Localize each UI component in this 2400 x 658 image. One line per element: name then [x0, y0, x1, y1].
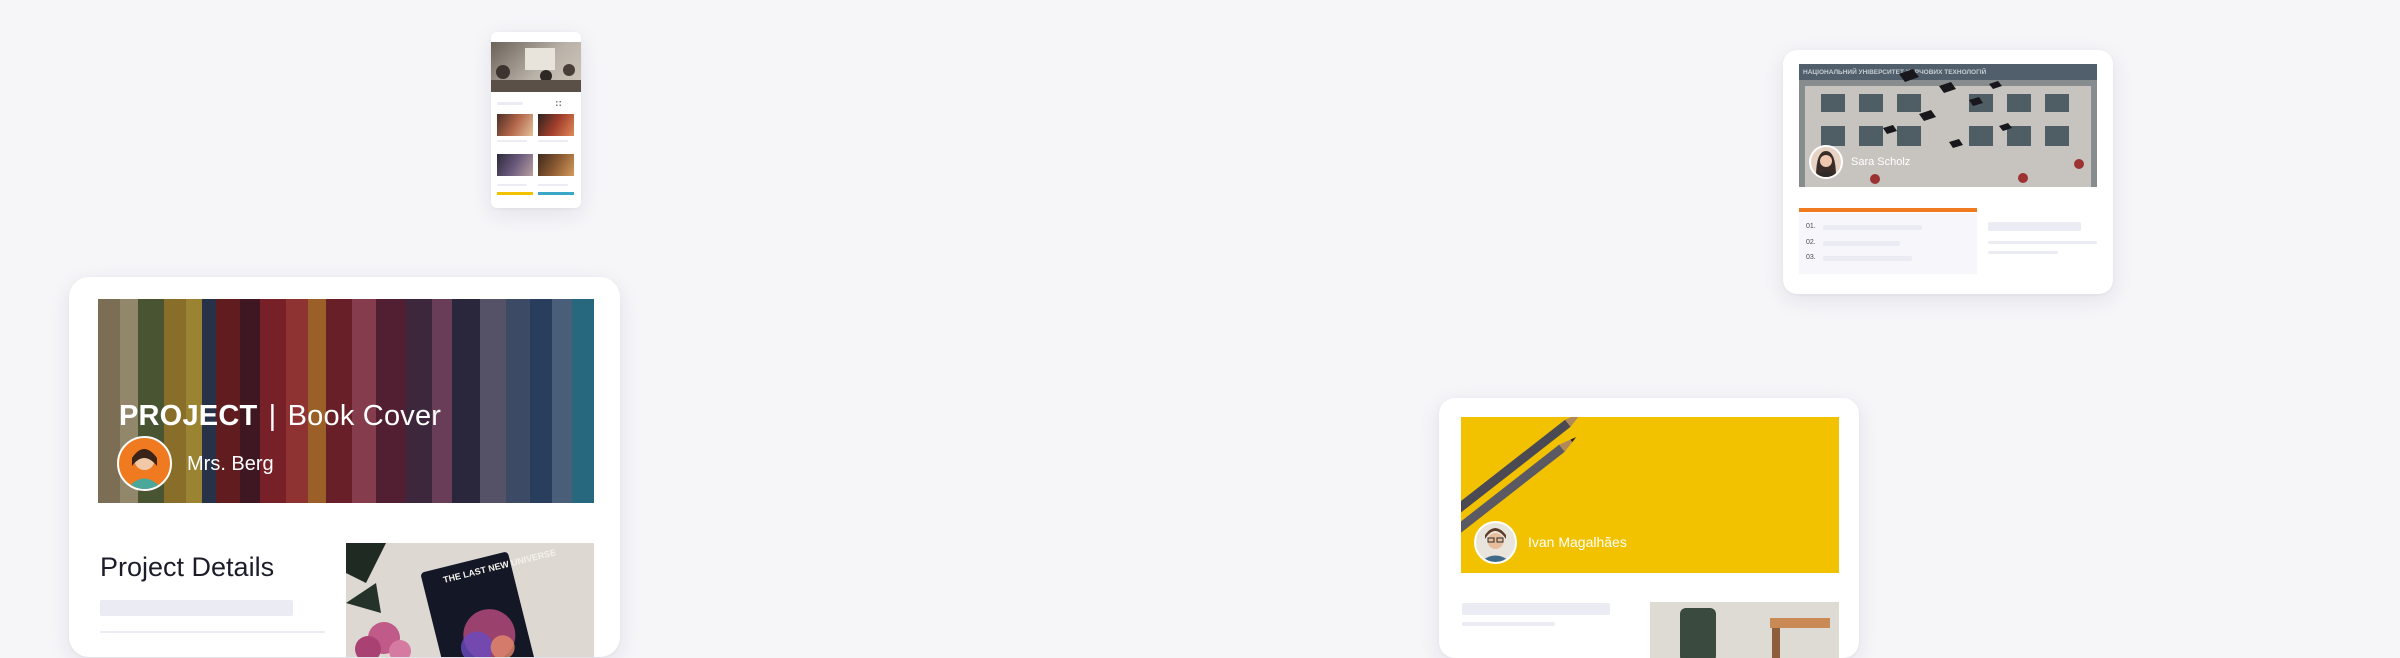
- skeleton-line: [1988, 241, 2097, 244]
- pencils-banner: Ivan Magalhães: [1461, 417, 1839, 573]
- mobile-preview-thumb-2[interactable]: [538, 114, 574, 136]
- mobile-preview-card[interactable]: [491, 32, 581, 208]
- mobile-preview-line: [538, 140, 568, 142]
- mobile-preview-line: [497, 140, 527, 142]
- list-item: 01.: [1806, 223, 1816, 230]
- skeleton-line: [1823, 256, 1912, 261]
- author-name: Sara Scholz: [1851, 156, 1910, 168]
- skeleton-line: [1988, 222, 2081, 231]
- mobile-preview-thumb-4[interactable]: [538, 154, 574, 176]
- mobile-preview-banner: [491, 42, 581, 92]
- list-item: 03.: [1806, 254, 1816, 261]
- skeleton-line: [1823, 225, 1922, 230]
- skeleton-line: [1462, 603, 1610, 615]
- author-name: Ivan Magalhães: [1528, 534, 1627, 550]
- title-divider: |: [269, 400, 277, 432]
- skeleton-line: [1823, 241, 1900, 246]
- mobile-preview-teal-bar: [538, 192, 574, 195]
- mobile-preview-line: [538, 184, 568, 186]
- skeleton-line: [100, 631, 325, 633]
- mobile-preview-grid-icon[interactable]: [555, 100, 562, 107]
- student-avatar-icon: [1811, 147, 1841, 177]
- book-cover-title: PROJECT | Book Cover: [119, 400, 441, 433]
- book-photo-thumbnail[interactable]: THE LAST NEW UNIVERSE: [346, 543, 594, 657]
- book-cover-project-card[interactable]: PROJECT | Book Cover Mrs. Berg Project D…: [69, 277, 620, 657]
- graduation-banner: НАЦІОНАЛЬНИЙ УНІВЕРСИТЕТ ХАРЧОВИХ ТЕХНОЛ…: [1799, 64, 2097, 187]
- book-cover-banner: PROJECT | Book Cover Mrs. Berg: [98, 299, 594, 503]
- graduation-project-card[interactable]: НАЦІОНАЛЬНИЙ УНІВЕРСИТЕТ ХАРЧОВИХ ТЕХНОЛ…: [1783, 50, 2113, 294]
- skeleton-line: [1988, 251, 2058, 254]
- desk-photo: [1650, 602, 1839, 658]
- desk-photo-thumbnail[interactable]: [1650, 602, 1839, 658]
- avatar[interactable]: [117, 436, 172, 491]
- teacher-avatar-icon: [119, 438, 170, 489]
- avatar[interactable]: [1809, 145, 1843, 179]
- classroom-illustration: [491, 42, 581, 92]
- mobile-preview-yellow-bar: [497, 192, 533, 195]
- author-name: Mrs. Berg: [187, 453, 274, 476]
- list-item: 02.: [1806, 239, 1816, 246]
- user-avatar-icon: [1476, 523, 1515, 562]
- progress-accent-bar: [1799, 208, 1977, 212]
- mobile-preview-line: [497, 102, 523, 105]
- graduation-photo: НАЦІОНАЛЬНИЙ УНІВЕРСИТЕТ ХАРЧОВИХ ТЕХНОЛ…: [1799, 64, 2097, 187]
- title-book-cover: Book Cover: [288, 400, 442, 432]
- mobile-preview-thumb-1[interactable]: [497, 114, 533, 136]
- skeleton-line: [1462, 622, 1555, 626]
- book-photo: THE LAST NEW UNIVERSE: [346, 543, 594, 657]
- pencils-project-card[interactable]: Ivan Magalhães: [1439, 398, 1859, 658]
- numbered-list-panel: 01. 02. 03.: [1799, 213, 1977, 274]
- section-heading: Project Details: [100, 552, 274, 583]
- mobile-preview-thumb-3[interactable]: [497, 154, 533, 176]
- title-project: PROJECT: [119, 400, 257, 432]
- mobile-preview-line: [497, 184, 527, 186]
- pencils-photo: [1461, 417, 1839, 573]
- avatar[interactable]: [1474, 521, 1517, 564]
- skeleton-line: [100, 600, 293, 616]
